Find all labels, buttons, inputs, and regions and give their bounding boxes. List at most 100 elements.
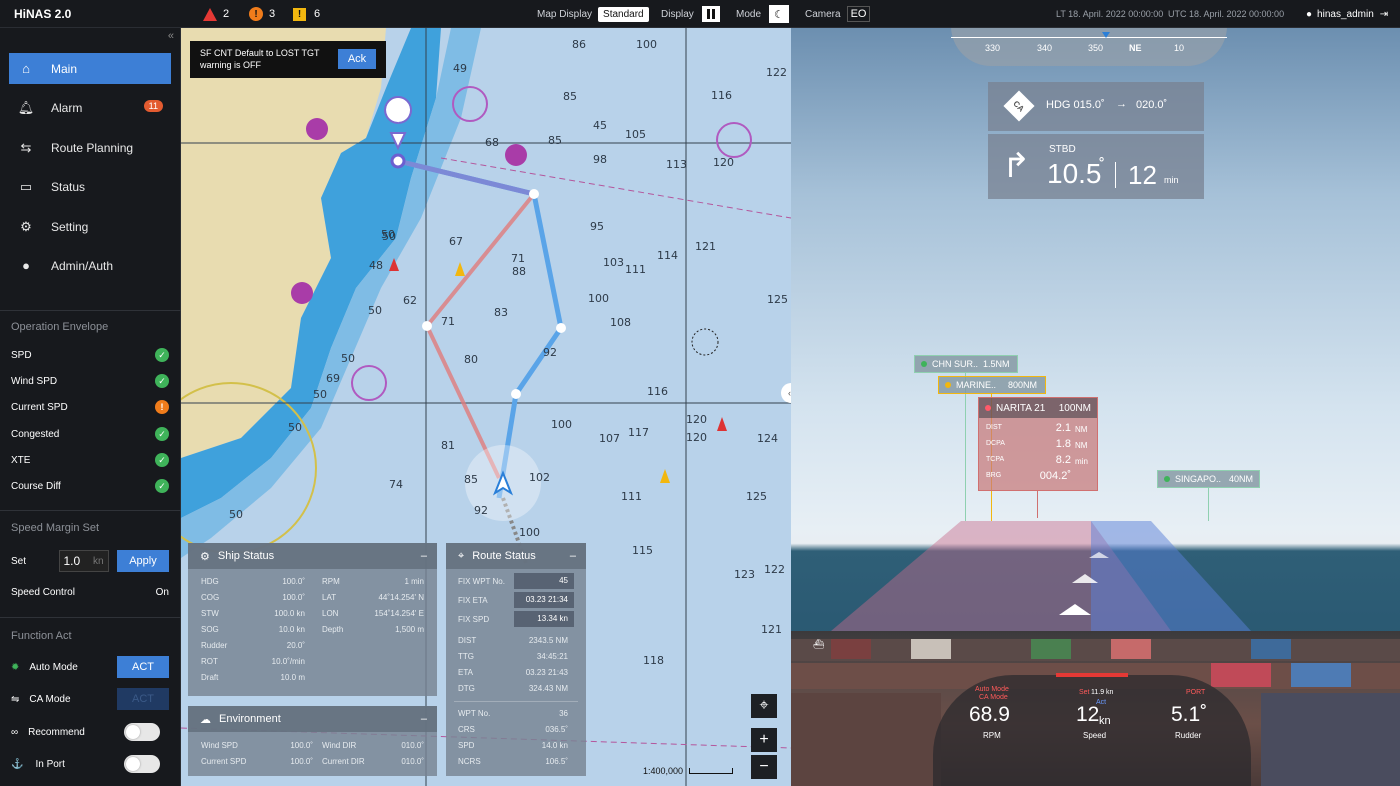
env-value: 010.0˚ xyxy=(401,757,424,766)
depth-sounding: 85 xyxy=(563,90,577,103)
container xyxy=(911,639,951,659)
speed-margin-input[interactable]: 1.0 kn xyxy=(58,550,109,572)
speed-control-value[interactable]: On xyxy=(156,587,169,598)
depth-sounding: 80 xyxy=(464,353,478,366)
depth-contour-ring xyxy=(691,328,719,356)
nav-setting[interactable]: ⚙ Setting xyxy=(9,211,171,242)
function-act-title: Function Act xyxy=(11,630,72,642)
depth-sounding: 102 xyxy=(529,471,550,484)
route-wpt-label: NCRS xyxy=(458,757,481,766)
camera-view[interactable]: 330 340 350 NE 10 CA HDG 015.0˚ → 020.0˚… xyxy=(791,28,1400,786)
ship-status-value: 154˚14.254' E xyxy=(374,609,424,618)
ship-status-value: 10.0 m xyxy=(280,673,305,682)
depth-sounding: 50 xyxy=(341,352,355,365)
in-port-toggle[interactable] xyxy=(124,755,160,773)
rpm-mode: Auto Mode xyxy=(975,686,1009,693)
depth-sounding: 107 xyxy=(599,432,620,445)
speed-set-label: Set xyxy=(1079,689,1090,696)
depth-sounding: 125 xyxy=(767,293,788,306)
recommend-toggle[interactable] xyxy=(124,723,160,741)
depth-sounding: 85 xyxy=(548,134,562,147)
env-label: Current SPD xyxy=(201,757,247,766)
ship-status-minimize-button[interactable]: – xyxy=(421,550,427,562)
route-fix-label: FIX WPT No. xyxy=(458,577,505,586)
divider xyxy=(0,510,181,511)
waypoint[interactable] xyxy=(556,323,566,333)
waypoint[interactable] xyxy=(529,189,539,199)
app-title: HiNAS 2.0 xyxy=(14,7,72,21)
route-fix-value[interactable]: 45 xyxy=(514,573,574,589)
depth-sounding: 116 xyxy=(711,89,732,102)
depth-sounding: 67 xyxy=(449,235,463,248)
depth-sounding: 100 xyxy=(551,418,572,431)
depth-sounding: 122 xyxy=(766,66,787,79)
locate-ship-button[interactable]: ⌖ xyxy=(751,694,777,718)
environment-minimize-button[interactable]: – xyxy=(421,713,427,725)
ship-status-label: LON xyxy=(322,609,339,618)
depth-sounding: 120 xyxy=(713,156,734,169)
apply-button[interactable]: Apply xyxy=(116,550,169,572)
waypoint[interactable] xyxy=(422,321,432,331)
anchor-icon: ⚓ xyxy=(11,758,24,770)
map-display-select[interactable]: Standard xyxy=(598,6,649,22)
route-icon: ⇆ xyxy=(20,139,32,155)
route-status-minimize-button[interactable]: – xyxy=(570,550,576,562)
depth-sounding: 85 xyxy=(464,473,478,486)
nav-admin-auth[interactable]: ● Admin/Auth xyxy=(9,250,171,281)
waypoint[interactable] xyxy=(511,389,521,399)
alert-red[interactable]: 2 xyxy=(203,0,229,28)
nav-route-planning[interactable]: ⇆ Route Planning xyxy=(9,132,171,163)
route-fix-value[interactable]: 13.34 kn xyxy=(514,611,574,627)
container-row xyxy=(791,639,1400,661)
alert-yellow[interactable]: ! 6 xyxy=(293,0,320,28)
speed-margin-title: Speed Margin Set xyxy=(11,522,100,534)
auto-mode-act-button[interactable]: ACT xyxy=(117,656,169,678)
ack-button[interactable]: Ack xyxy=(338,49,376,69)
restricted-boundary xyxy=(440,157,791,219)
envelope-label: Course Diff xyxy=(11,480,61,492)
depth-sounding: 50 xyxy=(229,508,243,521)
route-value: 2343.5 NM xyxy=(528,636,568,645)
logout-icon[interactable]: ⇥ xyxy=(1380,9,1388,20)
waypoint[interactable] xyxy=(390,153,406,169)
env-value: 010.0˚ xyxy=(401,741,424,750)
route-fix-label: FIX SPD xyxy=(458,615,490,624)
ship-status-title: Ship Status xyxy=(217,550,275,562)
depth-sounding: 120 xyxy=(686,413,707,426)
danger-cross-icon xyxy=(306,118,328,140)
nav-admin-auth-label: Admin/Auth xyxy=(51,258,114,273)
alert-yellow-count: 6 xyxy=(314,8,321,20)
ship-status-label: Depth xyxy=(322,625,344,634)
nav-main[interactable]: ⌂ Main xyxy=(9,53,171,84)
nav-setting-label: Setting xyxy=(51,219,89,234)
camera-select[interactable]: EO xyxy=(846,6,871,22)
depth-sounding: 124 xyxy=(757,432,778,445)
ca-mode-act-button[interactable]: ACT xyxy=(117,688,169,710)
depth-sounding: 121 xyxy=(761,623,782,636)
user-name[interactable]: hinas_admin xyxy=(1317,9,1374,20)
ship-status-value: 100.0˚ xyxy=(282,593,305,602)
person-icon: ● xyxy=(22,258,30,273)
night-mode-icon[interactable]: ☾ xyxy=(769,5,790,23)
route-fix-value[interactable]: 03.23 21:34 xyxy=(514,592,574,608)
nav-alarm[interactable]: 🔔︎ Alarm 11 xyxy=(9,92,171,123)
check-icon: ✓ xyxy=(155,374,169,388)
rpm-mode2: CA Mode xyxy=(979,694,1008,701)
danger-mark-icon xyxy=(291,282,313,304)
depth-sounding: 62 xyxy=(403,294,417,307)
depth-sounding: 81 xyxy=(441,439,455,452)
collapse-sidebar-button[interactable]: « xyxy=(168,30,174,42)
alert-orange[interactable]: ! 3 xyxy=(249,0,275,28)
zoom-in-button[interactable]: + xyxy=(751,728,777,752)
operation-envelope-title: Operation Envelope xyxy=(11,321,109,333)
speed-value: 12 xyxy=(1076,703,1100,726)
warning-icon: ! xyxy=(155,400,169,414)
nautical-chart[interactable]: 86 100 122 49 85 116 45 68 85 105 120 98 113 67 95 103 1… xyxy=(181,28,791,786)
display-split-icon[interactable] xyxy=(701,6,720,22)
auto-mode-label: Auto Mode xyxy=(29,661,78,673)
depth-sounding: 92 xyxy=(543,346,557,359)
speed-margin-unit: kn xyxy=(92,555,104,567)
nav-status[interactable]: ▭ Status xyxy=(9,171,171,202)
zoom-out-button[interactable]: − xyxy=(751,755,777,779)
depth-sounding: 121 xyxy=(695,240,716,253)
